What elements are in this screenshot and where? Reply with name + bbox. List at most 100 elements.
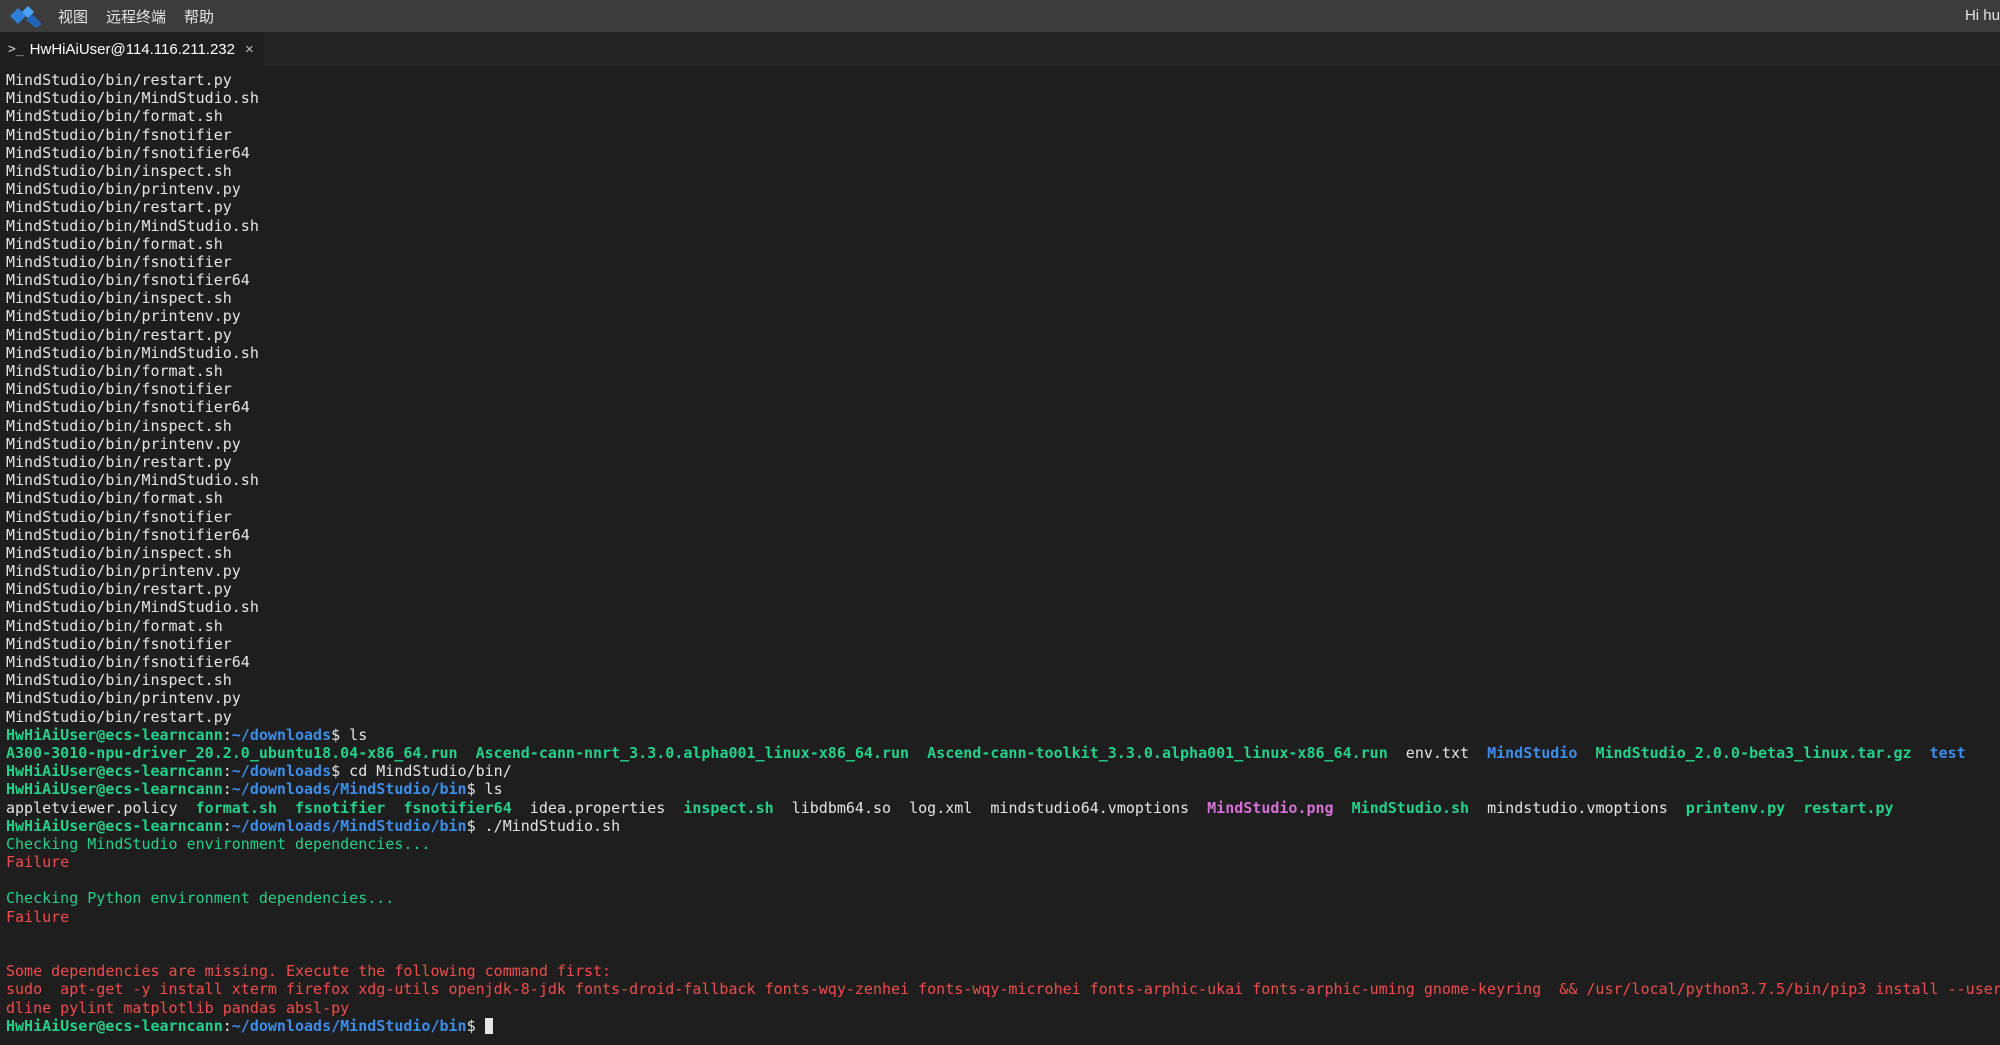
terminal-cursor (484, 1017, 493, 1034)
terminal-line: MindStudio/bin/restart.py (6, 580, 232, 599)
terminal-line: Checking MindStudio environment dependen… (6, 835, 2000, 853)
terminal-line: MindStudio/bin/format.sh (6, 489, 223, 508)
terminal-text-segment: HwHiAiUser@ecs-learncann (6, 780, 223, 799)
terminal-text-segment: ~/downloads (231, 725, 332, 744)
terminal-line: Failure (6, 908, 2000, 926)
terminal-line: Some dependencies are missing. Execute t… (6, 962, 2000, 980)
top-menu-bar: 视图 远程终端 帮助 Hi hu (0, 0, 2000, 32)
terminal-line: MindStudio/bin/format.sh (6, 234, 223, 253)
terminal-line: HwHiAiUser@ecs-learncann:~/downloads/Min… (6, 1017, 2000, 1035)
terminal-text-segment: env.txt (1387, 743, 1488, 762)
terminal-line: MindStudio/bin/inspect.sh (6, 543, 232, 562)
terminal-text-segment: sudo apt-get -y install xterm firefox xd… (6, 980, 2000, 999)
terminal-text-segment: idea.properties (511, 798, 684, 817)
terminal-text-segment: : (222, 725, 232, 744)
menu-view[interactable]: 视图 (58, 6, 88, 27)
terminal-line: MindStudio/bin/fsnotifier64 (6, 525, 250, 544)
terminal-line: MindStudio/bin/inspect.sh (6, 671, 232, 690)
terminal-line: MindStudio/bin/MindStudio.sh (6, 471, 259, 490)
terminal-line: MindStudio/bin/printenv.py (6, 180, 241, 199)
terminal-line: HwHiAiUser@ecs-learncann:~/downloads/Min… (6, 817, 2000, 835)
terminal-text-segment: MindStudio.png (1207, 798, 1334, 817)
menu-help[interactable]: 帮助 (184, 6, 214, 27)
terminal-text-segment: dline pylint matplotlib pandas absl-py (6, 998, 350, 1017)
app-logo-icon[interactable] (8, 3, 44, 29)
terminal-line: MindStudio/bin/fsnotifier (6, 507, 232, 526)
terminal-line: MindStudio/bin/printenv.py (6, 562, 241, 581)
terminal-line: MindStudio/bin/format.sh (6, 362, 223, 380)
terminal-text-segment: $ ls (331, 725, 368, 744)
terminal-line: MindStudio/bin/printenv.py (6, 434, 241, 453)
terminal-text-segment: restart.py (1803, 798, 1894, 817)
terminal-line: appletviewer.policy format.sh fsnotifier… (6, 799, 2000, 817)
terminal-line: MindStudio/bin/restart.py (6, 198, 232, 217)
terminal-line: MindStudio/bin/fsnotifier64 (6, 271, 250, 290)
terminal-text-segment: fsnotifier (295, 798, 386, 817)
terminal-line: MindStudio/bin/restart.py (6, 71, 232, 89)
terminal-line: Checking Python environment dependencies… (6, 889, 2000, 907)
terminal-line: MindStudio/bin/MindStudio.sh (6, 216, 259, 235)
terminal-line: MindStudio/bin/fsnotifier64 (6, 398, 250, 417)
terminal-text-segment: Ascend-cann-toolkit_3.3.0.alpha001_linux… (927, 743, 1388, 762)
terminal-text-segment: HwHiAiUser@ecs-learncann (6, 762, 223, 781)
tab-bar: >_ HwHiAiUser@114.116.211.232 × (0, 32, 2000, 66)
terminal-line: MindStudio/bin/printenv.py (6, 689, 241, 708)
terminal-text-segment: ~/downloads/MindStudio/bin (231, 816, 467, 835)
terminal-line: HwHiAiUser@ecs-learncann:~/downloads$ cd… (6, 762, 2000, 780)
terminal-text-segment: Checking MindStudio environment dependen… (6, 834, 431, 853)
user-greeting[interactable]: Hi hu (1965, 0, 2000, 32)
terminal-text-segment: ~/downloads (231, 762, 332, 781)
terminal-line: MindStudio/bin/MindStudio.sh (6, 89, 259, 108)
terminal-line: MindStudio/bin/restart.py (6, 707, 232, 726)
terminal-text-segment: A300-3010-npu-driver_20.2.0_ubuntu18.04-… (6, 743, 458, 762)
terminal-line: MindStudio/bin/fsnotifier64 (6, 143, 250, 162)
terminal-text-segment: $ (466, 1016, 485, 1035)
terminal-line: MindStudio/bin/fsnotifier (6, 252, 232, 271)
terminal-line: MindStudio/bin/fsnotifier (6, 634, 232, 653)
terminal-line: HwHiAiUser@ecs-learncann:~/downloads$ ls (6, 726, 2000, 744)
terminal-text-segment: Failure (6, 907, 70, 926)
terminal-text-segment: fsnotifier64 (403, 798, 512, 817)
terminal-line: MindStudio/bin/restart.py (6, 452, 232, 471)
terminal-line: MindStudio/bin/format.sh (6, 107, 223, 126)
terminal-text-segment: Some dependencies are missing. Execute t… (6, 962, 612, 981)
terminal-output[interactable]: MindStudio/bin/restart.py MindStudio/bin/… (6, 71, 2000, 1045)
terminal-text-segment: test (1929, 743, 1966, 762)
terminal-text-segment: $ ./MindStudio.sh (466, 816, 621, 835)
terminal-line: Failure (6, 853, 2000, 871)
terminal-text-segment: Failure (6, 853, 70, 872)
terminal-icon: >_ (8, 42, 24, 57)
terminal-text-segment: printenv.py (1685, 798, 1786, 817)
terminal-line: A300-3010-npu-driver_20.2.0_ubuntu18.04-… (6, 744, 2000, 762)
terminal-line: MindStudio/bin/inspect.sh (6, 416, 232, 435)
terminal-line: MindStudio/bin/fsnotifier64 (6, 653, 250, 671)
terminal-text-segment: $ cd MindStudio/bin/ (331, 762, 512, 781)
menu-remote-terminal[interactable]: 远程终端 (106, 6, 166, 27)
terminal-line: MindStudio/bin/MindStudio.sh (6, 343, 259, 362)
terminal-line: MindStudio/bin/restart.py (6, 325, 232, 344)
terminal-text-segment: : (222, 1016, 232, 1035)
terminal-text-segment: HwHiAiUser@ecs-learncann (6, 816, 223, 835)
terminal-line: MindStudio/bin/printenv.py (6, 307, 241, 326)
close-icon[interactable]: × (245, 41, 254, 58)
tab-title: HwHiAiUser@114.116.211.232 (29, 41, 235, 58)
terminal-text-segment: inspect.sh (683, 798, 774, 817)
terminal-text-segment: format.sh (195, 798, 277, 817)
tab-terminal-session[interactable]: >_ HwHiAiUser@114.116.211.232 × (0, 32, 264, 66)
terminal-line: MindStudio/bin/MindStudio.sh (6, 598, 259, 617)
terminal-text-segment: libdbm64.so log.xml mindstudio64.vmoptio… (773, 798, 1208, 817)
terminal-text-segment: MindStudio.sh (1351, 798, 1470, 817)
terminal-text-segment: MindStudio (1487, 743, 1578, 762)
terminal-text-segment: HwHiAiUser@ecs-learncann (6, 725, 223, 744)
terminal-line: MindStudio/bin/fsnotifier (6, 125, 232, 144)
